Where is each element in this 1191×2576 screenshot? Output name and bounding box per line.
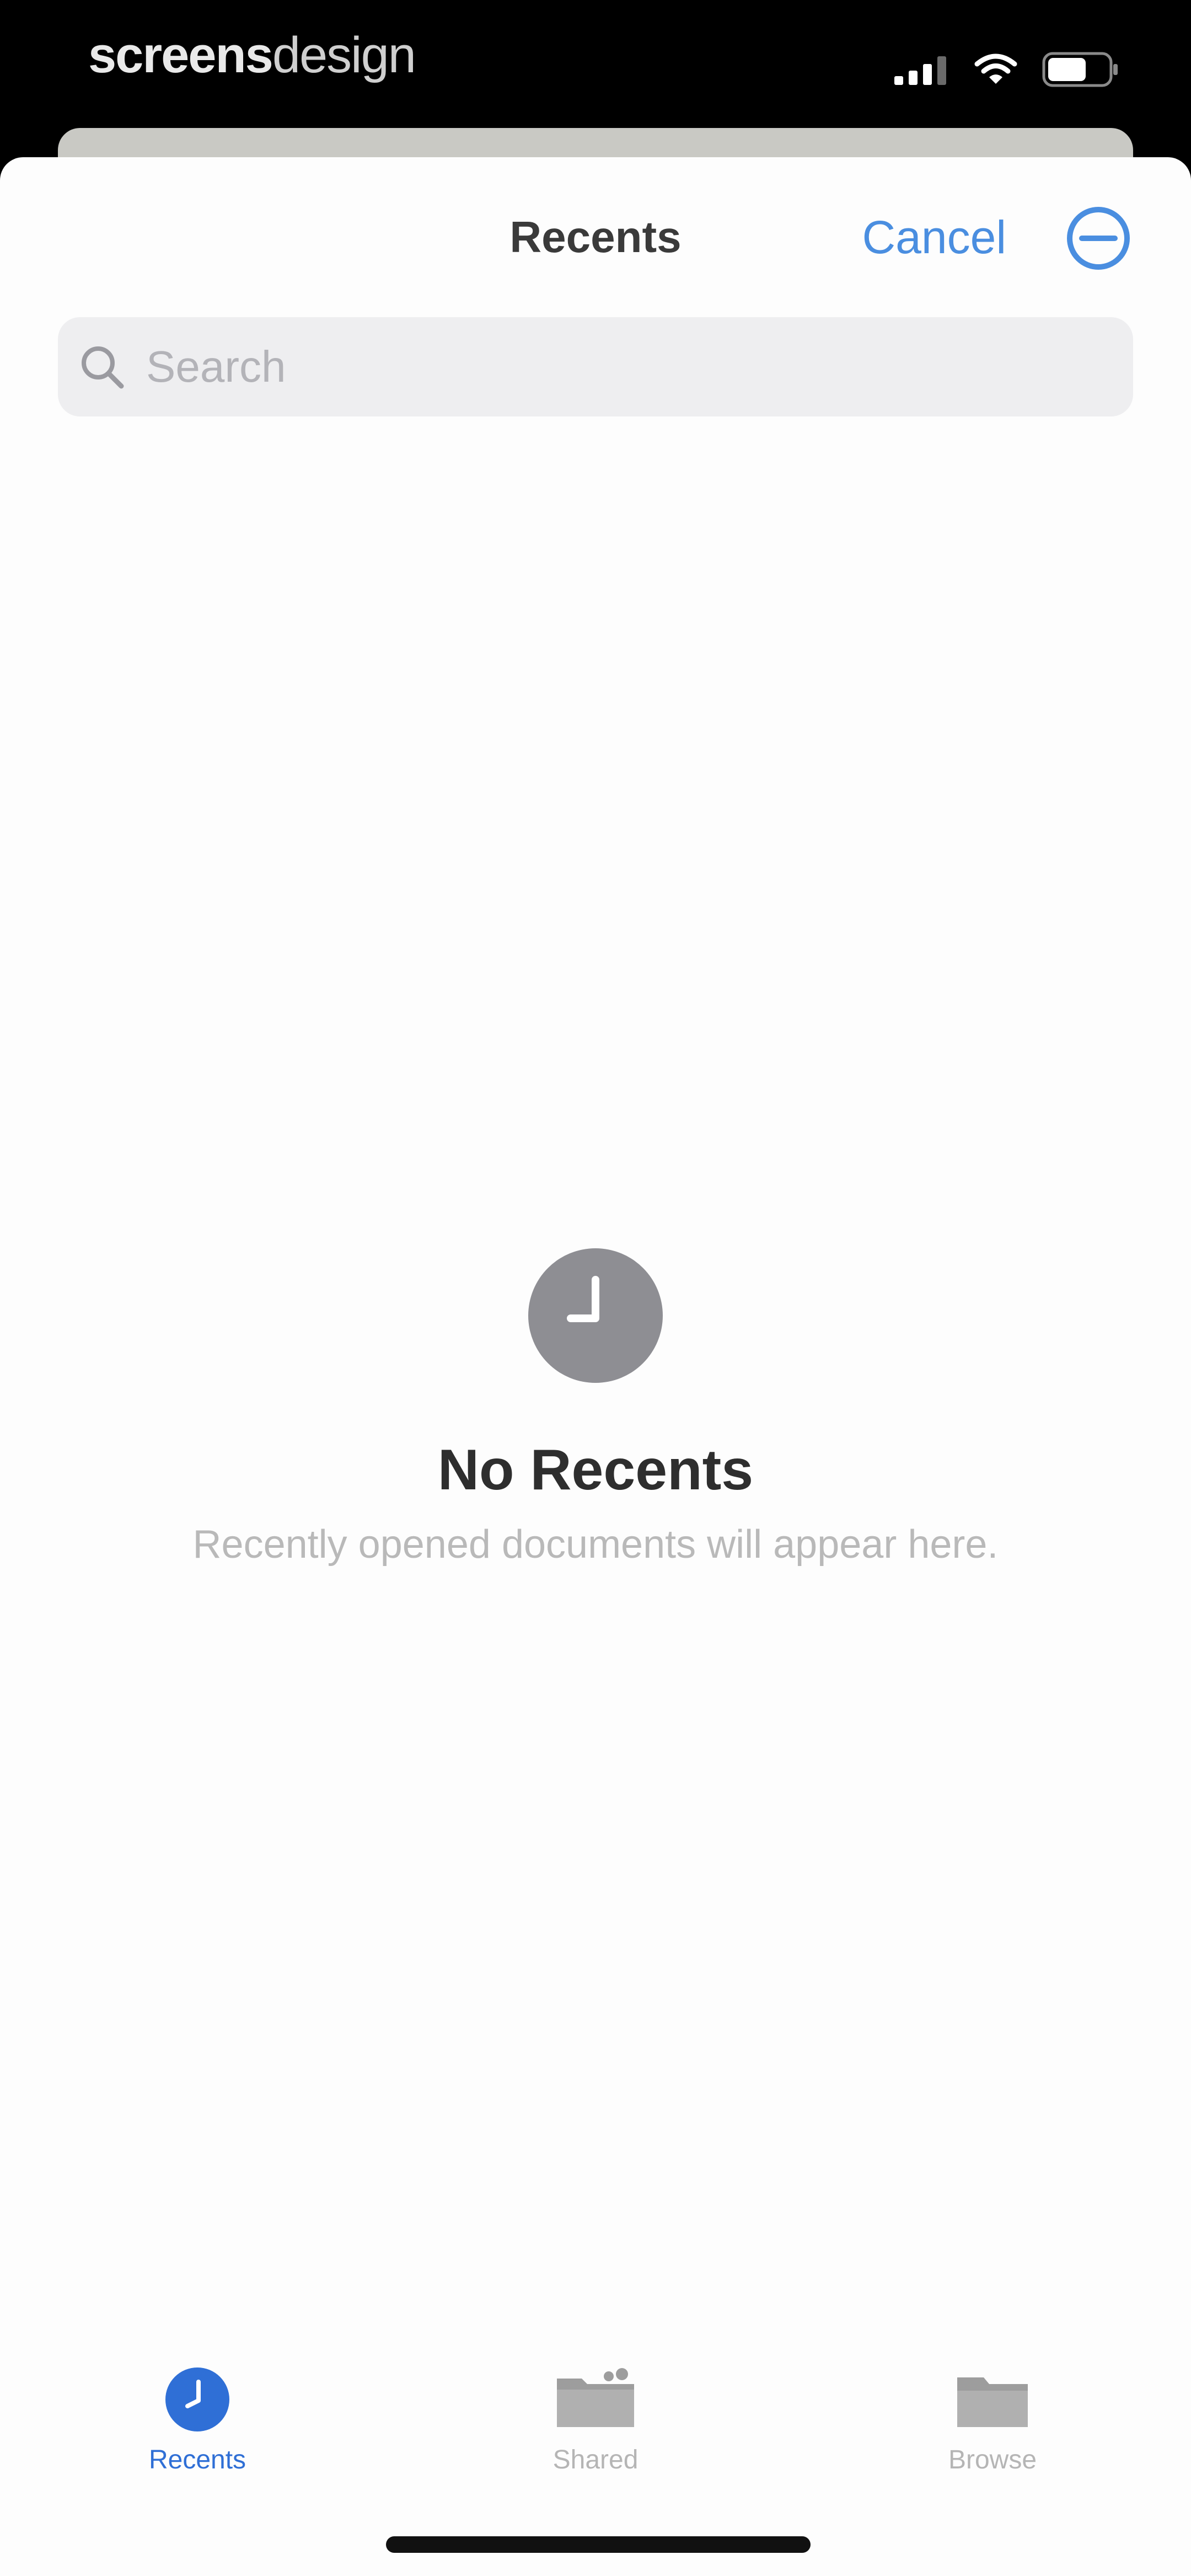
status-bar: screensdesign: [0, 0, 1191, 127]
cellular-signal-icon: [894, 56, 946, 85]
folder-icon: [957, 2377, 1028, 2427]
search-input[interactable]: Search: [58, 317, 1133, 416]
tab-browse[interactable]: Browse: [882, 2339, 1103, 2482]
clock-icon: [528, 1248, 663, 1383]
cancel-button[interactable]: Cancel: [862, 210, 1006, 265]
tab-label: Recents: [148, 2445, 246, 2475]
screen: screensdesign Recents Cancel Search No R…: [0, 0, 1191, 2576]
ellipsis-circle-icon[interactable]: [1064, 204, 1133, 272]
battery-icon: [1042, 52, 1118, 87]
brand-watermark: screensdesign: [88, 26, 416, 84]
wifi-icon: [974, 54, 1017, 84]
tab-bar: Recents Shared Browse: [0, 2339, 1191, 2504]
shared-folder-icon: [557, 2368, 634, 2427]
clock-icon: [165, 2367, 229, 2431]
brand-strong-text: screens: [88, 27, 273, 83]
search-placeholder: Search: [146, 342, 286, 391]
search-icon: [82, 346, 124, 389]
empty-state-subtitle: Recently opened documents will appear he…: [192, 1522, 999, 1567]
tab-shared[interactable]: Shared: [485, 2339, 706, 2482]
home-indicator[interactable]: [386, 2536, 811, 2553]
status-icons: [894, 49, 1119, 90]
tab-recents[interactable]: Recents: [87, 2339, 308, 2482]
empty-state-title: No Recents: [437, 1438, 754, 1502]
page-title: Recents: [509, 212, 682, 261]
brand-light-text: design: [272, 27, 416, 83]
tab-label: Browse: [948, 2445, 1037, 2475]
tab-label: Shared: [552, 2445, 639, 2475]
